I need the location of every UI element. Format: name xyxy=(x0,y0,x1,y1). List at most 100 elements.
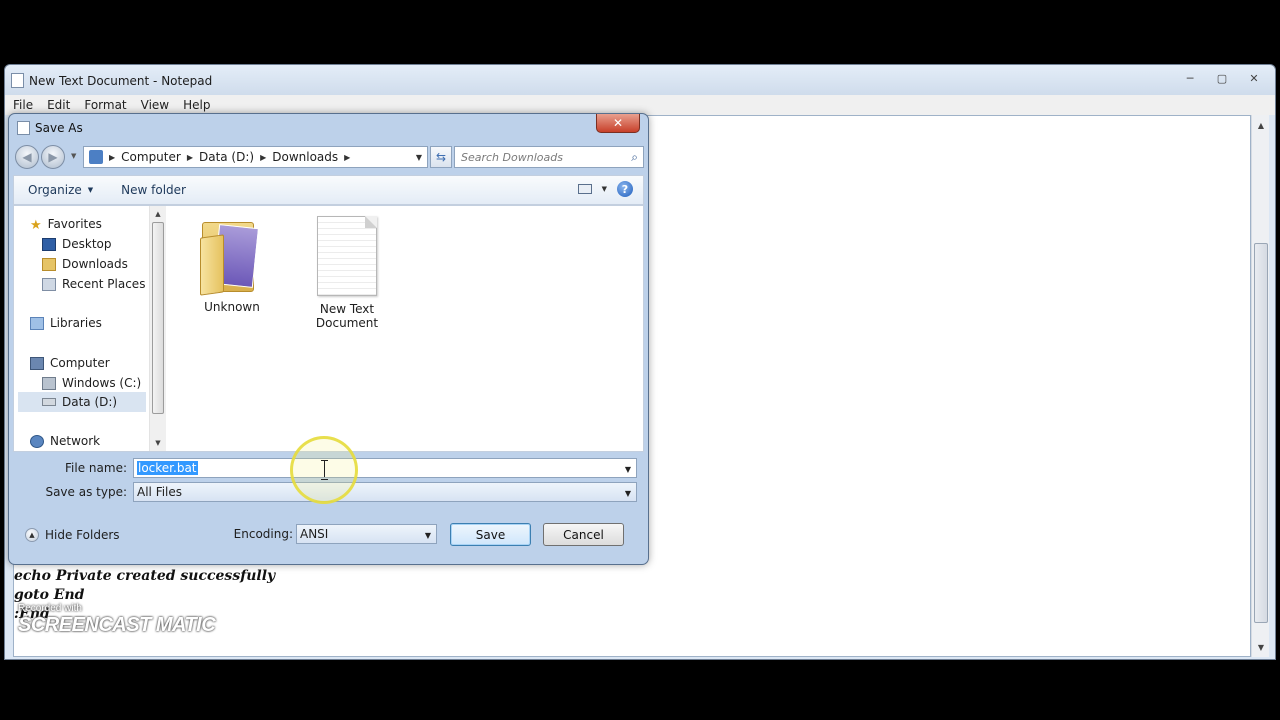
nav-label: Favorites xyxy=(47,217,102,231)
dialog-body: ★ Favorites Desktop Downloads Recent Plac… xyxy=(13,205,644,452)
refresh-button[interactable]: ⇆ xyxy=(430,146,452,168)
notepad-title: New Text Document - Notepad xyxy=(29,74,213,88)
menu-view[interactable]: View xyxy=(141,98,169,112)
nav-label: Desktop xyxy=(62,237,112,251)
breadcrumb-data-d[interactable]: Data (D:) xyxy=(199,150,254,164)
file-item-unknown[interactable]: Unknown xyxy=(187,206,277,314)
organize-label: Organize xyxy=(28,183,82,197)
star-icon: ★ xyxy=(30,217,42,233)
hide-folders-label: Hide Folders xyxy=(45,528,120,542)
notepad-title-bar[interactable]: New Text Document - Notepad ─ ▢ ✕ xyxy=(5,65,1275,95)
nav-item-favorites[interactable]: ★ Favorites xyxy=(30,214,102,234)
back-button[interactable]: ◀ xyxy=(15,145,39,169)
drive-icon xyxy=(42,376,56,390)
save-as-type-label: Save as type: xyxy=(45,485,127,499)
nav-item-libraries[interactable]: Libraries xyxy=(30,313,102,333)
maximize-button[interactable]: ▢ xyxy=(1207,69,1237,87)
breadcrumb-computer[interactable]: Computer xyxy=(121,150,181,164)
desktop-icon xyxy=(42,237,56,251)
nav-item-recent-places[interactable]: Recent Places xyxy=(42,274,145,294)
save-as-type-value: All Files xyxy=(137,485,183,499)
downloads-folder-icon xyxy=(42,257,56,271)
chevron-down-icon[interactable]: ▼ xyxy=(625,465,631,474)
save-button[interactable]: Save xyxy=(450,523,531,546)
forward-button[interactable]: ▶ xyxy=(41,145,65,169)
save-as-type-select[interactable]: All Files ▼ xyxy=(133,482,637,502)
text-document-icon xyxy=(317,216,377,296)
encoding-select[interactable]: ANSI ▼ xyxy=(296,524,437,544)
scroll-up-icon[interactable]: ▲ xyxy=(150,207,166,221)
recent-locations-dropdown-icon[interactable]: ▼ xyxy=(71,152,76,160)
close-button[interactable]: ✕ xyxy=(1239,69,1269,87)
nav-label: Data (D:) xyxy=(62,395,118,409)
encoding-label: Encoding: xyxy=(233,527,293,541)
organize-button[interactable]: Organize ▼ xyxy=(14,183,107,197)
menu-format[interactable]: Format xyxy=(84,98,126,112)
scroll-down-icon[interactable]: ▼ xyxy=(150,436,166,450)
navigation-bar: ◀ ▶ ▼ ▶ Computer ▶ Data (D:) ▶ Downloads… xyxy=(13,142,644,172)
navigation-pane-scrollbar[interactable]: ▲ ▼ xyxy=(149,206,166,451)
screencast-watermark: Recorded with SCREENCAST MATIC xyxy=(18,603,216,637)
text-cursor-icon xyxy=(321,460,329,480)
search-icon[interactable]: ⌕ xyxy=(631,150,638,165)
nav-item-desktop[interactable]: Desktop xyxy=(42,234,112,254)
dialog-close-button[interactable]: ✕ xyxy=(596,114,640,133)
notepad-icon xyxy=(11,73,24,88)
watermark-brand-text: SCREENCAST MATIC xyxy=(18,614,216,636)
network-icon xyxy=(30,434,44,448)
encoding-value: ANSI xyxy=(300,527,329,541)
nav-item-data-d[interactable]: Data (D:) xyxy=(18,392,146,412)
chevron-down-icon[interactable]: ▼ xyxy=(425,531,431,540)
hide-folders-button[interactable]: ▲ Hide Folders xyxy=(25,528,120,542)
nav-label: Downloads xyxy=(62,257,128,271)
recent-places-icon xyxy=(42,277,56,291)
command-bar: Organize ▼ New folder ▼ ? xyxy=(13,175,644,205)
menu-file[interactable]: File xyxy=(13,98,33,112)
nav-label: Network xyxy=(50,434,101,448)
view-options-dropdown-icon[interactable]: ▼ xyxy=(602,185,607,193)
cancel-button[interactable]: Cancel xyxy=(543,523,624,546)
address-dropdown-icon[interactable]: ▼ xyxy=(416,153,422,162)
text-line: echo Private created successfully xyxy=(14,568,276,584)
address-bar[interactable]: ▶ Computer ▶ Data (D:) ▶ Downloads ▶ ▼ xyxy=(83,146,428,168)
new-folder-button[interactable]: New folder xyxy=(107,183,200,197)
chevron-right-icon[interactable]: ▶ xyxy=(260,153,266,162)
help-icon[interactable]: ? xyxy=(617,181,633,197)
nav-item-downloads[interactable]: Downloads xyxy=(42,254,128,274)
chevron-down-icon[interactable]: ▼ xyxy=(625,489,631,498)
search-input[interactable] xyxy=(455,147,615,167)
computer-icon xyxy=(30,356,44,370)
scrollbar-thumb[interactable] xyxy=(1254,243,1268,623)
chevron-right-icon[interactable]: ▶ xyxy=(109,153,115,162)
folder-icon xyxy=(200,214,264,296)
file-item-new-text-document[interactable]: New Text Document xyxy=(302,206,392,330)
breadcrumb-downloads[interactable]: Downloads xyxy=(272,150,338,164)
file-name-field[interactable]: locker.bat ▼ xyxy=(133,458,637,478)
scroll-up-icon[interactable]: ▲ xyxy=(1252,117,1270,133)
nav-label: Recent Places xyxy=(62,277,146,291)
location-icon xyxy=(89,150,103,164)
chevron-right-icon[interactable]: ▶ xyxy=(187,153,193,162)
scrollbar-thumb[interactable] xyxy=(152,222,164,414)
watermark-recorded-text: Recorded with xyxy=(18,603,82,614)
nav-item-network[interactable]: Network xyxy=(30,431,100,451)
dialog-title: Save As xyxy=(35,121,83,135)
nav-item-windows-c[interactable]: Windows (C:) xyxy=(42,373,141,393)
change-view-icon[interactable] xyxy=(577,184,592,194)
menu-edit[interactable]: Edit xyxy=(47,98,70,112)
notepad-menu-bar: File Edit Format View Help xyxy=(5,95,1275,115)
file-name-value[interactable]: locker.bat xyxy=(137,461,198,475)
dialog-title-bar[interactable]: Save As ✕ xyxy=(9,114,648,142)
search-box[interactable]: ⌕ xyxy=(454,146,644,168)
minimize-button[interactable]: ─ xyxy=(1175,69,1205,87)
scroll-down-icon[interactable]: ▼ xyxy=(1252,639,1270,655)
chevron-down-icon: ▼ xyxy=(87,186,94,194)
notepad-vertical-scrollbar[interactable]: ▲ ▼ xyxy=(1251,115,1269,657)
menu-help[interactable]: Help xyxy=(183,98,210,112)
navigation-pane: ★ Favorites Desktop Downloads Recent Plac… xyxy=(14,206,164,451)
nav-item-computer[interactable]: Computer xyxy=(30,353,110,373)
chevron-right-icon[interactable]: ▶ xyxy=(344,153,350,162)
file-item-label: New Text Document xyxy=(315,302,379,330)
nav-label: Computer xyxy=(50,356,110,370)
drive-icon xyxy=(42,398,56,406)
